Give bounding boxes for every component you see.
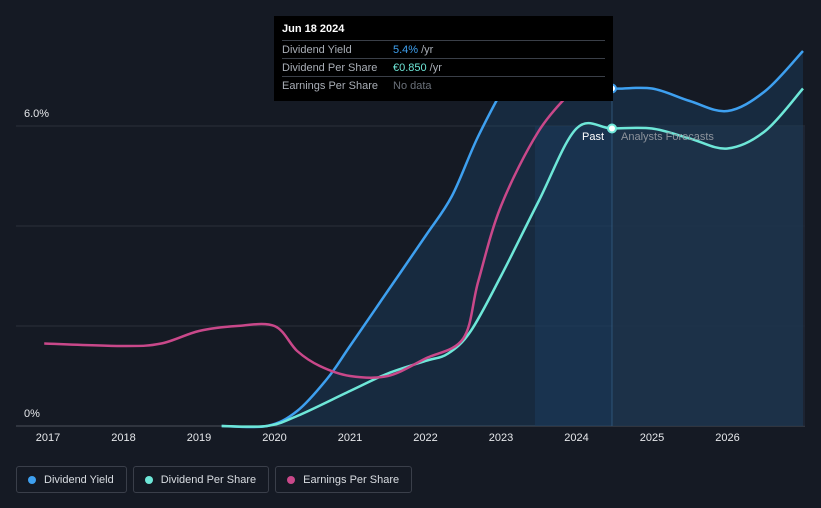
y-tick-label-top: 6.0% [24, 108, 50, 120]
tooltip-value: No data [393, 79, 432, 92]
legend-dot-icon [144, 475, 153, 484]
legend-dot-icon [287, 475, 296, 484]
x-tick-label: 2026 [715, 432, 740, 444]
past-label: Past [582, 131, 605, 143]
legend-label: Dividend Yield [44, 473, 114, 486]
tooltip-row-dividend-per-share: Dividend Per Share €0.850 /yr [282, 58, 605, 76]
legend-label: Dividend Per Share [160, 473, 257, 486]
tooltip-date: Jun 18 2024 [282, 23, 345, 35]
x-tick-label: 2019 [186, 432, 212, 444]
tooltip-value: €0.850 [393, 61, 427, 74]
legend-label: Earnings Per Share [303, 473, 400, 486]
legend-item-dividend-per-share[interactable]: Dividend Per Share [132, 466, 270, 493]
x-tick-label: 2022 [413, 432, 438, 444]
tooltip-unit: /yr [429, 61, 442, 74]
x-tick-label: 2021 [337, 432, 363, 444]
tooltip-unit: /yr [421, 43, 434, 56]
tooltip-row-earnings-per-share: Earnings Per Share No data [282, 76, 605, 94]
tooltip-label: Dividend Per Share [282, 61, 378, 74]
legend-dot-icon [28, 475, 36, 484]
tooltip-row-dividend-yield: Dividend Yield 5.4% /yr [282, 40, 605, 58]
x-tick-label: 2025 [639, 432, 665, 444]
chart-legend: Dividend Yield Dividend Per Share Earnin… [16, 466, 413, 493]
tooltip-label: Earnings Per Share [282, 79, 378, 92]
y-tick-label-bottom: 0% [24, 408, 40, 420]
dividend-per-share-marker [606, 123, 617, 134]
legend-item-dividend-yield[interactable]: Dividend Yield [16, 466, 127, 493]
x-tick-label: 2020 [262, 432, 287, 444]
x-tick-label: 2023 [488, 432, 514, 444]
x-tick-label: 2017 [35, 432, 61, 444]
data-tooltip: Jun 18 2024 Dividend Yield 5.4% /yr Divi… [274, 16, 613, 101]
tooltip-value: 5.4% [393, 43, 419, 56]
tooltip-label: Dividend Yield [282, 43, 352, 56]
analysts-forecasts-label: Analysts Forecasts [621, 131, 714, 143]
dividend-yield-area-fill [221, 51, 803, 428]
x-tick-label: 2024 [564, 432, 589, 444]
x-tick-label: 2018 [111, 432, 136, 444]
legend-item-earnings-per-share[interactable]: Earnings Per Share [275, 466, 413, 493]
